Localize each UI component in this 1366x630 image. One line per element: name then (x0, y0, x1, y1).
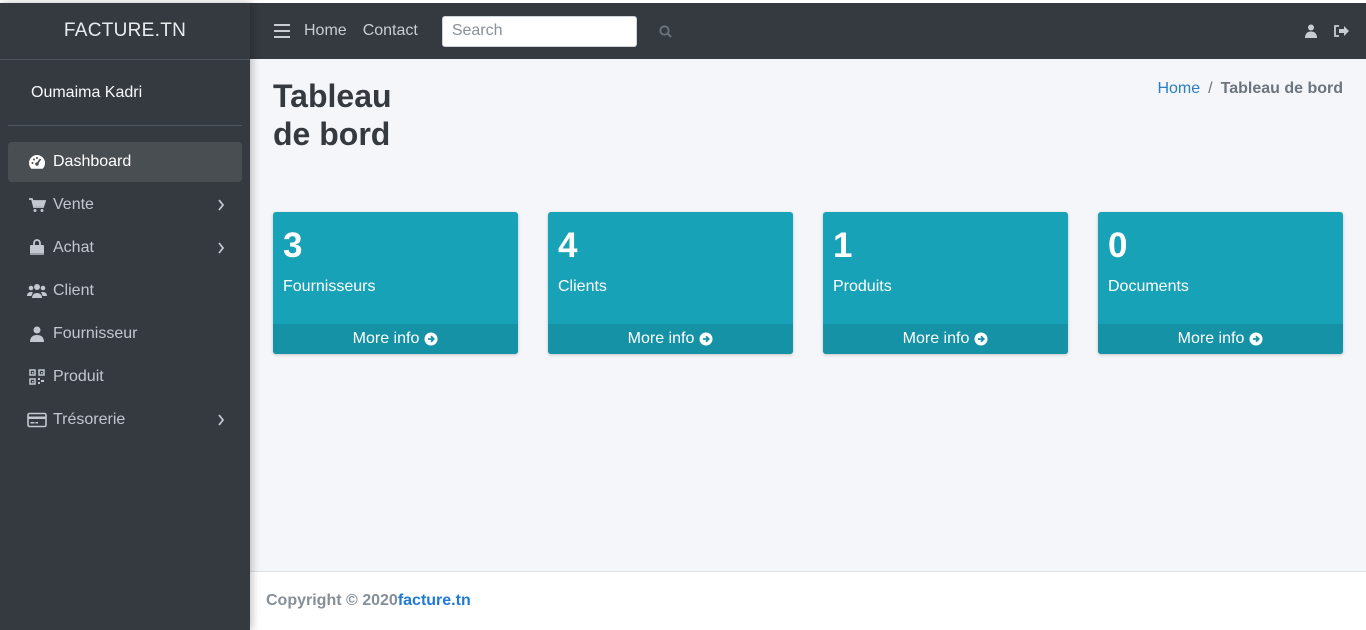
sign-out-icon[interactable] (1332, 22, 1350, 40)
sidebar-item-label: Fournisseur (53, 325, 138, 342)
sidebar-item-label: Trésorerie (53, 411, 126, 428)
page-title: Tableau de bord (273, 78, 392, 152)
arrow-circle-right-icon (424, 332, 438, 346)
main-content: Tableau de bord Home / Tableau de bord 3 F… (250, 59, 1366, 571)
more-info-label: More info (352, 330, 420, 347)
user-panel[interactable]: Oumaima Kadri (8, 60, 242, 126)
user-profile-icon[interactable] (1302, 22, 1320, 40)
dashboard-icon (27, 152, 47, 172)
breadcrumb: Home / Tableau de bord (1157, 80, 1343, 98)
info-box-count: 0 (1108, 226, 1128, 265)
breadcrumb-home-link[interactable]: Home (1157, 80, 1200, 97)
breadcrumb-current: Tableau de bord (1220, 80, 1343, 97)
sidebar-item-tresorerie[interactable]: Trésorerie (8, 400, 242, 440)
top-navbar: Home Contact (250, 3, 1366, 59)
user-icon (27, 324, 47, 344)
arrow-circle-right-icon (1249, 332, 1263, 346)
more-info-link[interactable]: More info (548, 324, 793, 354)
cart-icon (27, 195, 47, 215)
info-box-clients: 4 Clients More info (548, 212, 793, 354)
info-box-count: 1 (833, 226, 853, 265)
info-box-label: Fournisseurs (283, 278, 376, 295)
qrcode-icon (27, 367, 47, 387)
search-icon[interactable] (659, 17, 672, 46)
search-box (441, 15, 672, 47)
users-icon (27, 281, 47, 301)
breadcrumb-separator: / (1208, 80, 1213, 97)
sidebar-item-label: Dashboard (53, 153, 132, 170)
sidebar: FACTURE.TN Oumaima Kadri Dashboard Vente… (0, 3, 250, 630)
more-info-label: More info (627, 330, 695, 347)
info-box-label: Clients (558, 278, 607, 295)
nav-link-contact[interactable]: Contact (363, 22, 418, 40)
credit-card-icon (27, 410, 47, 430)
sidebar-item-label: Produit (53, 368, 104, 385)
info-box-label: Documents (1108, 278, 1189, 295)
info-box-documents: 0 Documents More info (1098, 212, 1343, 354)
info-box-label: Produits (833, 278, 892, 295)
more-info-link[interactable]: More info (273, 324, 518, 354)
more-info-label: More info (1177, 330, 1245, 347)
sidebar-item-produit[interactable]: Produit (8, 357, 242, 397)
page-footer: Copyright © 2020 facture.tn (250, 571, 1366, 630)
more-info-link[interactable]: More info (823, 324, 1068, 354)
sidebar-nav: Dashboard Vente Achat Client Fournisseur… (0, 126, 250, 440)
info-box-produits: 1 Produits More info (823, 212, 1068, 354)
info-box-fournisseurs: 3 Fournisseurs More info (273, 212, 518, 354)
sidebar-item-label: Vente (53, 196, 94, 213)
sidebar-item-client[interactable]: Client (8, 271, 242, 311)
sidebar-item-vente[interactable]: Vente (8, 185, 242, 225)
chevron-right-icon (214, 413, 228, 427)
navbar-right (1302, 3, 1350, 59)
search-input[interactable] (442, 16, 659, 46)
chevron-right-icon (214, 198, 228, 212)
copyright-text: Copyright © 2020 (266, 592, 398, 609)
arrow-circle-right-icon (974, 332, 988, 346)
info-box-count: 3 (283, 226, 303, 265)
info-boxes: 3 Fournisseurs More info 4 Clients More … (273, 212, 1343, 354)
sidebar-item-fournisseur[interactable]: Fournisseur (8, 314, 242, 354)
sidebar-item-label: Client (53, 282, 94, 299)
sidebar-item-label: Achat (53, 239, 94, 256)
footer-site-link[interactable]: facture.tn (398, 592, 471, 610)
more-info-link[interactable]: More info (1098, 324, 1343, 354)
arrow-circle-right-icon (699, 332, 713, 346)
brand-logo[interactable]: FACTURE.TN (0, 3, 250, 60)
sidebar-item-achat[interactable]: Achat (8, 228, 242, 268)
user-name[interactable]: Oumaima Kadri (31, 84, 142, 102)
info-box-count: 4 (558, 226, 578, 265)
bag-icon (27, 238, 47, 258)
menu-toggle-icon[interactable] (274, 24, 290, 38)
chevron-right-icon (214, 241, 228, 255)
sidebar-item-dashboard[interactable]: Dashboard (8, 142, 242, 182)
nav-link-home[interactable]: Home (304, 22, 347, 40)
more-info-label: More info (902, 330, 970, 347)
